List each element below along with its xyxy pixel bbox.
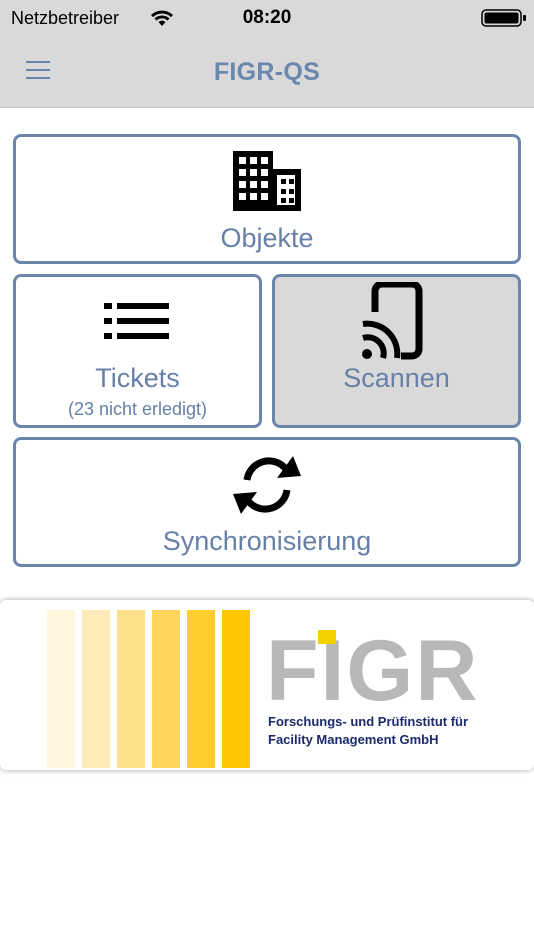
tickets-button[interactable]: Tickets (23 nicht erledigt) <box>13 274 262 428</box>
page-title: FIGR-QS <box>213 58 321 86</box>
battery-icon <box>481 9 526 27</box>
navigation-bar: FIGR-QS <box>0 36 534 108</box>
tickets-label: Tickets <box>95 363 180 393</box>
logo-stripe <box>152 610 180 768</box>
objekte-label: Objekte <box>220 223 314 253</box>
logo-stripe <box>82 610 110 768</box>
sync-icon <box>233 456 301 514</box>
clock: 08:20 <box>242 7 292 28</box>
logo-wordmark: FIGR <box>266 623 480 719</box>
objekte-button[interactable]: Objekte <box>13 134 521 264</box>
logo-stripe <box>117 610 145 768</box>
logo-tagline-line2: Facility Management GmbH <box>268 732 439 747</box>
synchronisierung-button[interactable]: Synchronisierung <box>13 437 521 567</box>
building-icon <box>233 151 301 211</box>
figr-logo-banner: FIGR Forschungs- und Prüfinstitut für Fa… <box>0 600 534 770</box>
logo-stripe <box>187 610 215 768</box>
nfc-phone-icon <box>361 282 423 360</box>
logo-stripe <box>222 610 250 768</box>
tickets-open-count: (23 nicht erledigt) <box>67 399 208 419</box>
list-icon <box>104 303 169 339</box>
scannen-label: Scannen <box>343 363 450 393</box>
logo-accent-dot <box>318 630 336 644</box>
scannen-button[interactable]: Scannen <box>272 274 521 428</box>
status-bar: Netzbetreiber 08:20 <box>0 0 534 36</box>
synchronisierung-label: Synchronisierung <box>162 526 372 556</box>
logo-tagline-line1: Forschungs- und Prüfinstitut für <box>268 714 469 729</box>
logo-stripe <box>47 610 75 768</box>
